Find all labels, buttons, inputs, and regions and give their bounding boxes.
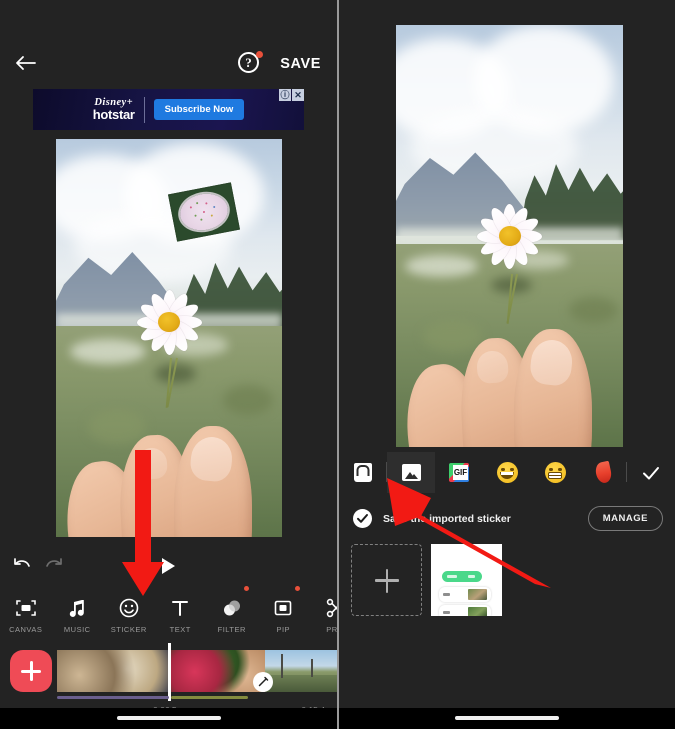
tool-canvas[interactable]: CANVAS [0, 588, 52, 643]
gif-label: GIF [453, 465, 468, 480]
undo-icon[interactable] [11, 556, 33, 578]
add-clip-button[interactable] [10, 650, 52, 692]
sticker-chat-bubble [442, 571, 482, 582]
app-header: ? SAVE [0, 0, 337, 88]
video-preview-left[interactable] [56, 139, 282, 537]
timeline-clip[interactable] [57, 650, 169, 692]
filter-badge-dot [243, 586, 249, 591]
clip-pole [311, 659, 313, 677]
disney-hotstar-logo: Disney+ hotstar [93, 98, 135, 121]
ad-brand-bottom: hotstar [92, 106, 135, 122]
sticker-category-tabs: GIF [339, 452, 675, 493]
help-badge-dot [256, 51, 263, 58]
emoji-smile-icon [496, 462, 518, 483]
check-icon [640, 462, 662, 484]
sticker-tab-gif[interactable]: GIF [435, 452, 483, 493]
tool-label: PIP [276, 625, 291, 634]
video-preview-right[interactable] [396, 25, 623, 447]
save-imported-sticker-row: Save the imported sticker MANAGE [339, 500, 675, 537]
ad-separator [143, 96, 145, 123]
sticker-smiley-icon [118, 597, 140, 619]
sticker-tab-flame[interactable] [579, 452, 627, 493]
sticker-tab-photo[interactable] [387, 452, 435, 493]
tool-filter[interactable]: FILTER [206, 586, 258, 643]
hand-holding-flower [60, 410, 282, 537]
save-button[interactable]: SAVE [280, 56, 321, 72]
canvas-icon [15, 597, 37, 619]
tool-pip[interactable]: PIP [258, 586, 310, 643]
gif-icon: GIF [449, 463, 469, 482]
edit-controls [0, 548, 337, 588]
save-sticker-checkbox[interactable] [353, 509, 372, 528]
sticker-tab-store[interactable] [339, 452, 387, 493]
redo-icon[interactable] [43, 556, 65, 578]
pip-square-icon [272, 597, 294, 619]
sticker-tab-emoji-smile[interactable] [483, 452, 531, 493]
emoji-grin-icon [544, 462, 566, 483]
help-button[interactable]: ? [238, 51, 263, 76]
clip-thumbnail [265, 650, 337, 692]
sticker-grid [339, 542, 675, 620]
timeline-clip[interactable] [170, 650, 265, 692]
android-nav-bar [0, 708, 337, 729]
screenshot-stage: ? SAVE Disney+ hotstar Subscribe Now ⓘ ✕ [0, 0, 675, 729]
tool-text[interactable]: TEXT [155, 588, 207, 643]
sticker-tab-emoji-grin[interactable] [531, 452, 579, 493]
text-t-icon [169, 597, 191, 619]
tool-label: MUSIC [63, 625, 91, 634]
tool-label: PRE [326, 625, 337, 634]
sticker-chat-row [439, 587, 491, 602]
doily-graphic [177, 189, 231, 235]
ad-info-icon[interactable]: ⓘ [279, 89, 291, 101]
tool-label: FILTER [217, 625, 246, 634]
hand-holding-flower [399, 312, 623, 447]
tool-music[interactable]: MUSIC [52, 588, 104, 643]
tool-sticker[interactable]: STICKER [103, 588, 155, 643]
add-sticker-button[interactable] [351, 544, 422, 616]
image-icon [401, 464, 421, 481]
right-panel-sticker-picker: GIF Save the imported sticker MANAGE [339, 0, 675, 729]
daisy-center [158, 312, 180, 333]
pip-badge-dot [295, 586, 300, 591]
ad-banner[interactable]: Disney+ hotstar Subscribe Now ⓘ ✕ [33, 89, 304, 130]
editor-toolbar: CANVAS MUSIC STICKER TEXT FILTER PIP PR [0, 586, 337, 643]
clip-road [265, 675, 337, 692]
ad-subscribe-button[interactable]: Subscribe Now [153, 99, 245, 120]
left-panel-video-editor: ? SAVE Disney+ hotstar Subscribe Now ⓘ ✕ [0, 0, 337, 729]
save-sticker-label: Save the imported sticker [383, 512, 511, 525]
filter-circles-icon [221, 597, 243, 619]
play-icon[interactable] [162, 558, 175, 574]
ad-close-icon[interactable]: ✕ [292, 89, 304, 101]
clip-thumbnail [170, 650, 265, 692]
tool-preview[interactable]: PRE [309, 588, 337, 643]
home-indicator[interactable] [116, 716, 221, 720]
android-nav-bar [339, 708, 675, 729]
timeline: 0:06.5 0:15.4 [0, 643, 337, 729]
timeline-playhead[interactable] [168, 643, 171, 701]
back-arrow-icon[interactable] [14, 52, 38, 74]
daisy-center [498, 226, 521, 246]
clip-sticker-badge[interactable] [253, 672, 273, 692]
imported-sticker-thumbnail[interactable] [431, 544, 502, 616]
tool-label: STICKER [110, 625, 147, 634]
sticker-chat-row [439, 605, 491, 616]
clip-pole [281, 654, 283, 678]
timeline-track-overlay[interactable] [57, 696, 169, 699]
shopping-bag-icon [354, 463, 372, 482]
timeline-clip[interactable] [265, 650, 337, 692]
scissors-icon [324, 597, 337, 619]
sticker-tab-confirm[interactable] [627, 452, 675, 493]
clip-thumbnail [57, 650, 169, 692]
ad-controls: ⓘ ✕ [279, 89, 304, 101]
flame-icon [593, 460, 613, 485]
ad-content: Disney+ hotstar Subscribe Now [33, 89, 304, 130]
home-indicator[interactable] [455, 716, 559, 720]
timeline-track-sticker[interactable] [171, 696, 248, 699]
manage-button[interactable]: MANAGE [587, 506, 663, 531]
tool-label: CANVAS [9, 625, 43, 634]
tool-label: TEXT [169, 625, 191, 634]
music-note-icon [66, 597, 88, 619]
